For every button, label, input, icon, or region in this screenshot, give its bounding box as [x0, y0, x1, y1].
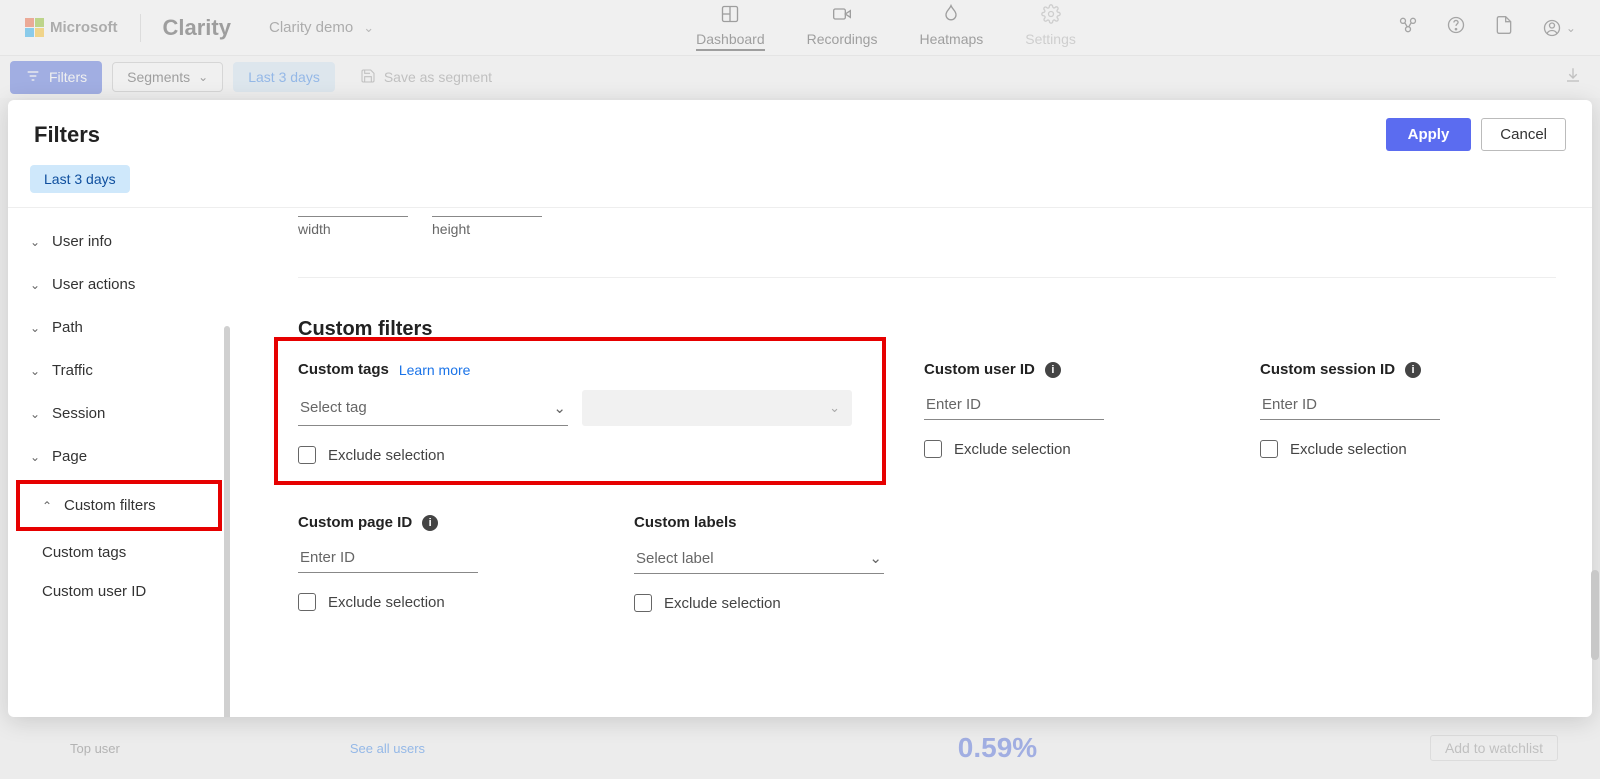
custom-session-id-exclude-label: Exclude selection	[1290, 441, 1407, 458]
cancel-button[interactable]: Cancel	[1481, 118, 1566, 151]
custom-labels-label: Custom labels	[634, 514, 934, 531]
highlight-annotation	[274, 337, 886, 485]
custom-page-id-label: Custom page ID i	[298, 514, 598, 531]
custom-user-id-exclude-label: Exclude selection	[954, 441, 1071, 458]
custom-page-id-label-text: Custom page ID	[298, 514, 412, 531]
sidebar-item-custom-filters[interactable]: ⌃ Custom filters	[16, 480, 222, 531]
custom-labels-label-text: Custom labels	[634, 514, 737, 531]
sidebar-item-session[interactable]: ⌄ Session	[8, 392, 228, 435]
custom-labels-exclude-checkbox[interactable]	[634, 594, 652, 612]
custom-page-id-exclude-label: Exclude selection	[328, 594, 445, 611]
chevron-down-icon: ⌄	[869, 549, 882, 567]
select-label-placeholder: Select label	[636, 550, 714, 567]
custom-session-id-label-text: Custom session ID	[1260, 361, 1395, 378]
height-input[interactable]	[432, 208, 542, 217]
sidebar-item-traffic[interactable]: ⌄ Traffic	[8, 349, 228, 392]
modal-header: Filters Apply Cancel	[8, 100, 1592, 161]
custom-labels-exclude-label: Exclude selection	[664, 595, 781, 612]
filters-main-area: width height Custom filters Custom tags …	[228, 208, 1592, 717]
sidebar-item-label: User info	[52, 233, 112, 250]
custom-user-id-input[interactable]	[924, 390, 1104, 420]
width-input[interactable]	[298, 208, 408, 217]
custom-user-id-exclude-checkbox[interactable]	[924, 440, 942, 458]
filters-sidebar: ⌄User info ⌄User actions ⌄Path ⌄Traffic …	[8, 208, 228, 717]
custom-session-id-label: Custom session ID i	[1260, 361, 1540, 378]
modal-body: ⌄User info ⌄User actions ⌄Path ⌄Traffic …	[8, 207, 1592, 717]
modal-scrollbar[interactable]	[1590, 100, 1600, 717]
info-icon[interactable]: i	[1405, 362, 1421, 378]
chip-row: Last 3 days	[8, 161, 1592, 207]
custom-user-id-label-text: Custom user ID	[924, 361, 1035, 378]
chevron-up-icon: ⌃	[42, 499, 54, 513]
chevron-down-icon: ⌄	[30, 407, 42, 421]
chevron-down-icon: ⌄	[30, 364, 42, 378]
height-label: height	[432, 221, 542, 237]
sidebar-item-label: User actions	[52, 276, 135, 293]
chevron-down-icon: ⌄	[30, 450, 42, 464]
chevron-down-icon: ⌄	[30, 321, 42, 335]
custom-user-id-label: Custom user ID i	[924, 361, 1224, 378]
sidebar-item-label: Path	[52, 319, 83, 336]
sidebar-item-label: Page	[52, 448, 87, 465]
sidebar-item-label: Session	[52, 405, 105, 422]
sidebar-item-label: Traffic	[52, 362, 93, 379]
apply-button[interactable]: Apply	[1386, 118, 1472, 151]
chevron-down-icon: ⌄	[30, 278, 42, 292]
custom-page-id-input[interactable]	[298, 543, 478, 573]
filters-modal: Filters Apply Cancel Last 3 days ⌄ User i…	[8, 100, 1592, 717]
sidebar-sub-custom-tags[interactable]: Custom tags	[8, 533, 228, 572]
modal-actions: Apply Cancel	[1386, 118, 1566, 151]
sidebar-item-label: Custom filters	[64, 497, 156, 514]
sidebar-item-user-info[interactable]: ⌄ User info	[8, 220, 228, 263]
select-label-dropdown[interactable]: Select label ⌄	[634, 543, 884, 574]
custom-session-id-exclude-checkbox[interactable]	[1260, 440, 1278, 458]
info-icon[interactable]: i	[422, 515, 438, 531]
sidebar-item-path[interactable]: ⌄ Path	[8, 306, 228, 349]
info-icon[interactable]: i	[1045, 362, 1061, 378]
sidebar-sub-custom-user-id[interactable]: Custom user ID	[8, 572, 228, 611]
sidebar-item-user-actions[interactable]: ⌄ User actions	[8, 263, 228, 306]
custom-session-id-input[interactable]	[1260, 390, 1440, 420]
custom-page-id-exclude-checkbox[interactable]	[298, 593, 316, 611]
chevron-down-icon: ⌄	[30, 235, 42, 249]
width-label: width	[298, 221, 408, 237]
modal-title: Filters	[34, 122, 100, 148]
sidebar-item-page[interactable]: ⌄ Page	[8, 435, 228, 478]
date-range-chip[interactable]: Last 3 days	[30, 165, 130, 193]
